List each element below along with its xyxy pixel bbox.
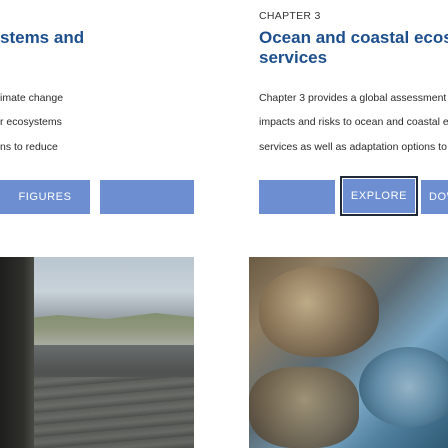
chapter-description-line-1: Chapter 3 provides a global assessment o… xyxy=(259,92,448,104)
coral-reef-photo[interactable] xyxy=(249,257,448,448)
chapter-title-line-1[interactable]: Ocean and coastal ecosystems an xyxy=(259,28,448,48)
chapter-description-line-2: impacts and risks to ocean and coastal e… xyxy=(259,116,448,128)
left-card-description-line-1: imate change xyxy=(0,92,64,104)
explore-button-label: EXPLORE xyxy=(350,190,408,202)
explore-button[interactable]: EXPLORE xyxy=(343,179,415,213)
left-card-title: stems and xyxy=(0,28,85,47)
figures-button-label: FIGURES xyxy=(18,191,72,203)
photo-water xyxy=(359,347,448,427)
left-card-secondary-button[interactable] xyxy=(100,180,194,214)
right-card-figures-button[interactable] xyxy=(259,180,335,214)
left-card-description-line-2: r ecosystems xyxy=(0,116,62,128)
photo-sand xyxy=(34,377,194,448)
downloads-button-label: DOWNLOADS xyxy=(429,191,448,203)
chapter-description-line-3: services as well as adaptation options t… xyxy=(259,141,448,153)
downloads-button[interactable]: DOWNLOADS ▾ xyxy=(421,180,448,214)
coastal-photo[interactable] xyxy=(0,257,194,448)
photo-wooden-post xyxy=(0,257,34,448)
chapter-title-line-2[interactable]: services xyxy=(259,48,448,68)
left-card-description-line-3: ns to reduce xyxy=(0,141,58,153)
photo-coral-cluster xyxy=(249,367,359,448)
chapter-label: CHAPTER 3 xyxy=(259,10,321,22)
figures-button[interactable]: FIGURES xyxy=(0,180,90,214)
photo-coral-cluster xyxy=(259,267,379,357)
